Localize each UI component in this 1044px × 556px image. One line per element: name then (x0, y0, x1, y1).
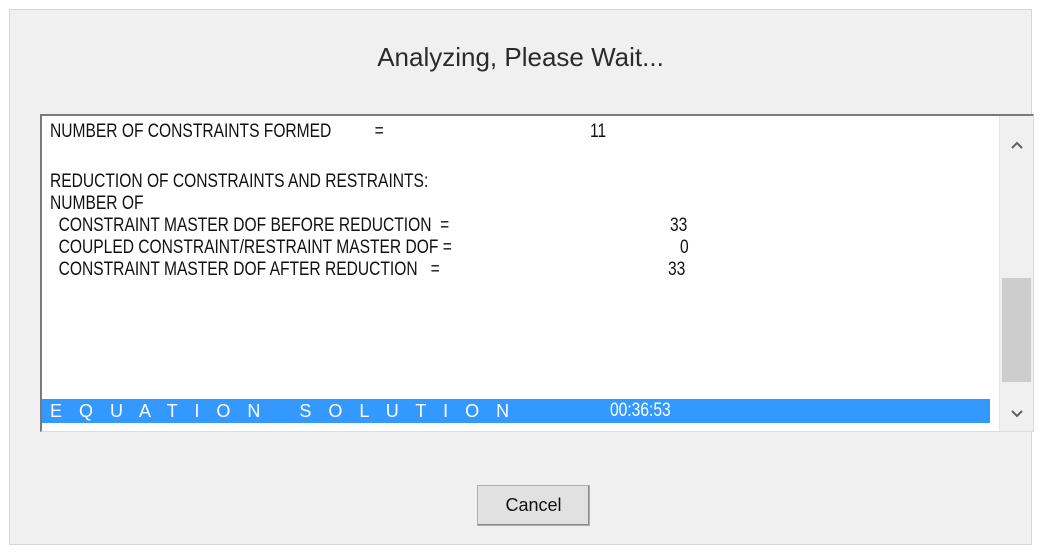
log-line: REDUCTION OF CONSTRAINTS AND RESTRAINTS: (50, 171, 429, 192)
scrollbar-thumb[interactable] (1002, 278, 1031, 382)
analysis-dialog: Analyzing, Please Wait... NUMBER OF CONS… (9, 9, 1034, 545)
cancel-button[interactable]: Cancel (477, 485, 590, 526)
log-line: NUMBER OF CONSTRAINTS FORMED = 11 (50, 121, 607, 142)
analysis-log-list[interactable]: NUMBER OF CONSTRAINTS FORMED = 11 REDUCTI… (40, 114, 1034, 432)
log-lines: NUMBER OF CONSTRAINTS FORMED = 11 REDUCTI… (42, 116, 990, 431)
chevron-down-icon[interactable] (1000, 399, 1033, 429)
log-line-selected[interactable]: E Q U A T I O N S O L U T I O N 00:36:53 (42, 399, 990, 423)
vertical-scrollbar[interactable] (999, 116, 1033, 431)
log-line: CONSTRAINT MASTER DOF BEFORE REDUCTION =… (50, 215, 688, 236)
chevron-up-icon[interactable] (1000, 130, 1033, 160)
dialog-title: Analyzing, Please Wait... (377, 42, 664, 72)
log-line: CONSTRAINT MASTER DOF AFTER REDUCTION = 3… (50, 259, 686, 280)
log-line: COUPLED CONSTRAINT/RESTRAINT MASTER DOF … (50, 237, 689, 258)
log-line: NUMBER OF (50, 193, 144, 214)
